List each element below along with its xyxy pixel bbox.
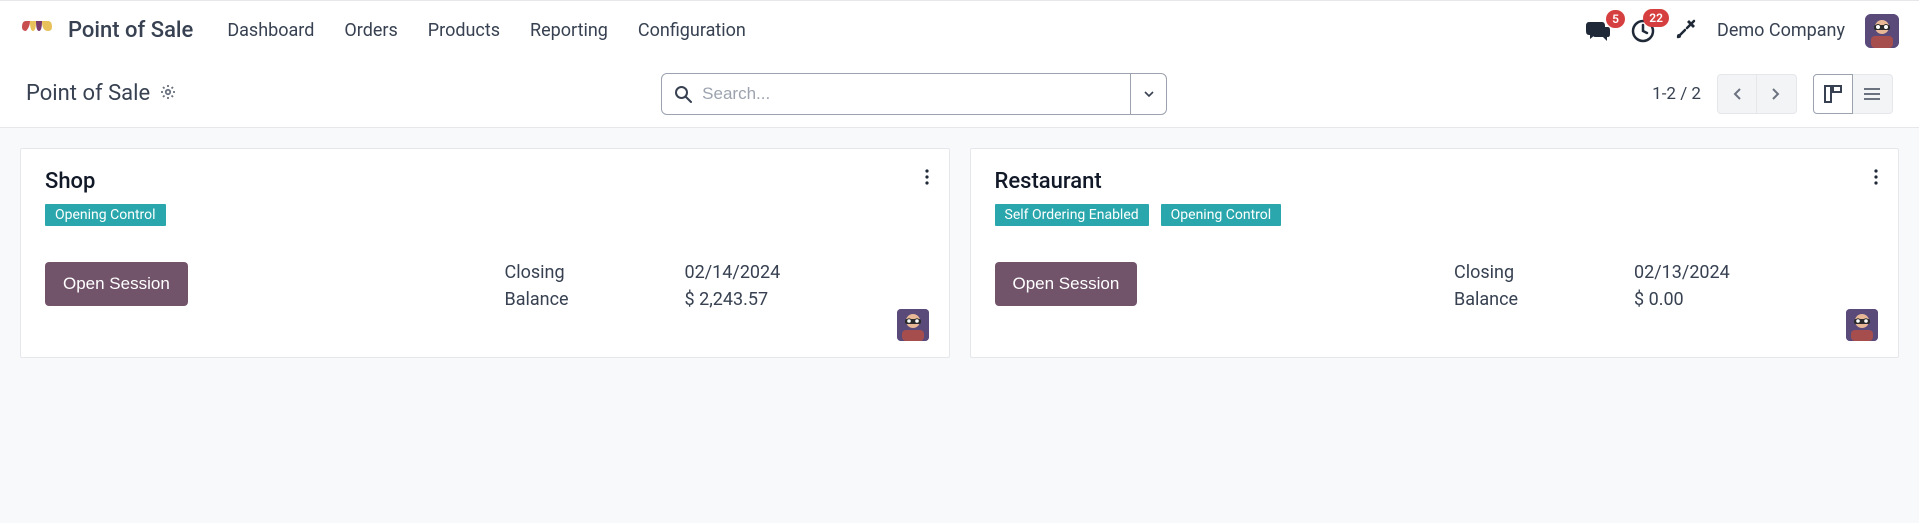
activities-badge: 22 bbox=[1643, 9, 1669, 27]
top-navbar: Point of Sale Dashboard Orders Products … bbox=[0, 0, 1919, 60]
closing-label: Closing bbox=[505, 262, 685, 283]
messages-button[interactable]: 5 bbox=[1585, 20, 1611, 42]
search-input[interactable] bbox=[702, 84, 1118, 104]
avatar-icon bbox=[897, 309, 929, 341]
pager-buttons bbox=[1717, 74, 1797, 114]
tag-opening-control: Opening Control bbox=[1161, 204, 1282, 226]
closing-label: Closing bbox=[1454, 262, 1634, 283]
kanban-icon bbox=[1824, 85, 1842, 103]
card-menu-button[interactable] bbox=[1874, 169, 1878, 189]
nav-items: Dashboard Orders Products Reporting Conf… bbox=[227, 20, 746, 41]
nav-products[interactable]: Products bbox=[428, 20, 500, 41]
app-logo bbox=[20, 17, 54, 45]
app-title[interactable]: Point of Sale bbox=[68, 18, 193, 43]
open-session-button[interactable]: Open Session bbox=[45, 262, 188, 306]
nav-configuration[interactable]: Configuration bbox=[638, 20, 746, 41]
page-counter[interactable]: 1-2 / 2 bbox=[1652, 84, 1701, 104]
topbar-right: 5 22 Demo Company bbox=[1585, 14, 1899, 48]
open-session-button[interactable]: Open Session bbox=[995, 262, 1138, 306]
activities-button[interactable]: 22 bbox=[1631, 19, 1655, 43]
search-icon bbox=[674, 85, 692, 103]
search-dropdown-button[interactable] bbox=[1131, 73, 1167, 115]
tag-self-ordering: Self Ordering Enabled bbox=[995, 204, 1149, 226]
tag-opening-control: Opening Control bbox=[45, 204, 166, 226]
wrench-icon bbox=[1675, 18, 1697, 40]
card-title: Shop bbox=[45, 169, 925, 194]
list-view-button[interactable] bbox=[1853, 74, 1893, 114]
card-body: Open Session Closing 02/14/2024 Balance … bbox=[45, 262, 925, 310]
next-page-button[interactable] bbox=[1757, 74, 1797, 114]
chevron-down-icon bbox=[1144, 91, 1154, 97]
gear-icon[interactable] bbox=[160, 81, 176, 106]
breadcrumb: Point of Sale bbox=[26, 81, 176, 106]
tools-button[interactable] bbox=[1675, 18, 1697, 44]
balance-value: $ 0.00 bbox=[1634, 289, 1814, 310]
breadcrumb-title[interactable]: Point of Sale bbox=[26, 81, 150, 106]
responsible-avatar[interactable] bbox=[897, 309, 929, 341]
view-switch bbox=[1813, 74, 1893, 114]
card-menu-button[interactable] bbox=[925, 169, 929, 189]
card-info: Closing 02/13/2024 Balance $ 0.00 bbox=[1454, 262, 1814, 310]
list-icon bbox=[1863, 87, 1881, 101]
card-title: Restaurant bbox=[995, 169, 1875, 194]
cards-area: Shop Opening Control Open Session Closin… bbox=[0, 128, 1919, 378]
card-tags: Self Ordering Enabled Opening Control bbox=[995, 204, 1875, 226]
kebab-icon bbox=[1874, 169, 1878, 185]
controlbar-right: 1-2 / 2 bbox=[1652, 74, 1893, 114]
search-wrap bbox=[661, 73, 1167, 115]
balance-label: Balance bbox=[505, 289, 685, 310]
kebab-icon bbox=[925, 169, 929, 185]
avatar-icon bbox=[1865, 14, 1899, 48]
balance-label: Balance bbox=[1454, 289, 1634, 310]
closing-date: 02/13/2024 bbox=[1634, 262, 1814, 283]
company-name[interactable]: Demo Company bbox=[1717, 20, 1845, 41]
nav-dashboard[interactable]: Dashboard bbox=[227, 20, 314, 41]
responsible-avatar[interactable] bbox=[1846, 309, 1878, 341]
pos-card-shop[interactable]: Shop Opening Control Open Session Closin… bbox=[20, 148, 950, 358]
avatar-icon bbox=[1846, 309, 1878, 341]
card-tags: Opening Control bbox=[45, 204, 925, 226]
card-body: Open Session Closing 02/13/2024 Balance … bbox=[995, 262, 1875, 310]
closing-date: 02/14/2024 bbox=[685, 262, 865, 283]
chevron-left-icon bbox=[1732, 87, 1742, 101]
user-avatar[interactable] bbox=[1865, 14, 1899, 48]
nav-reporting[interactable]: Reporting bbox=[530, 20, 608, 41]
nav-orders[interactable]: Orders bbox=[344, 20, 397, 41]
search-box[interactable] bbox=[661, 73, 1131, 115]
messages-badge: 5 bbox=[1606, 10, 1625, 28]
chevron-right-icon bbox=[1771, 87, 1781, 101]
pos-card-restaurant[interactable]: Restaurant Self Ordering Enabled Opening… bbox=[970, 148, 1900, 358]
prev-page-button[interactable] bbox=[1717, 74, 1757, 114]
control-bar: Point of Sale bbox=[0, 60, 1919, 128]
card-info: Closing 02/14/2024 Balance $ 2,243.57 bbox=[505, 262, 865, 310]
kanban-view-button[interactable] bbox=[1813, 74, 1853, 114]
balance-value: $ 2,243.57 bbox=[685, 289, 865, 310]
